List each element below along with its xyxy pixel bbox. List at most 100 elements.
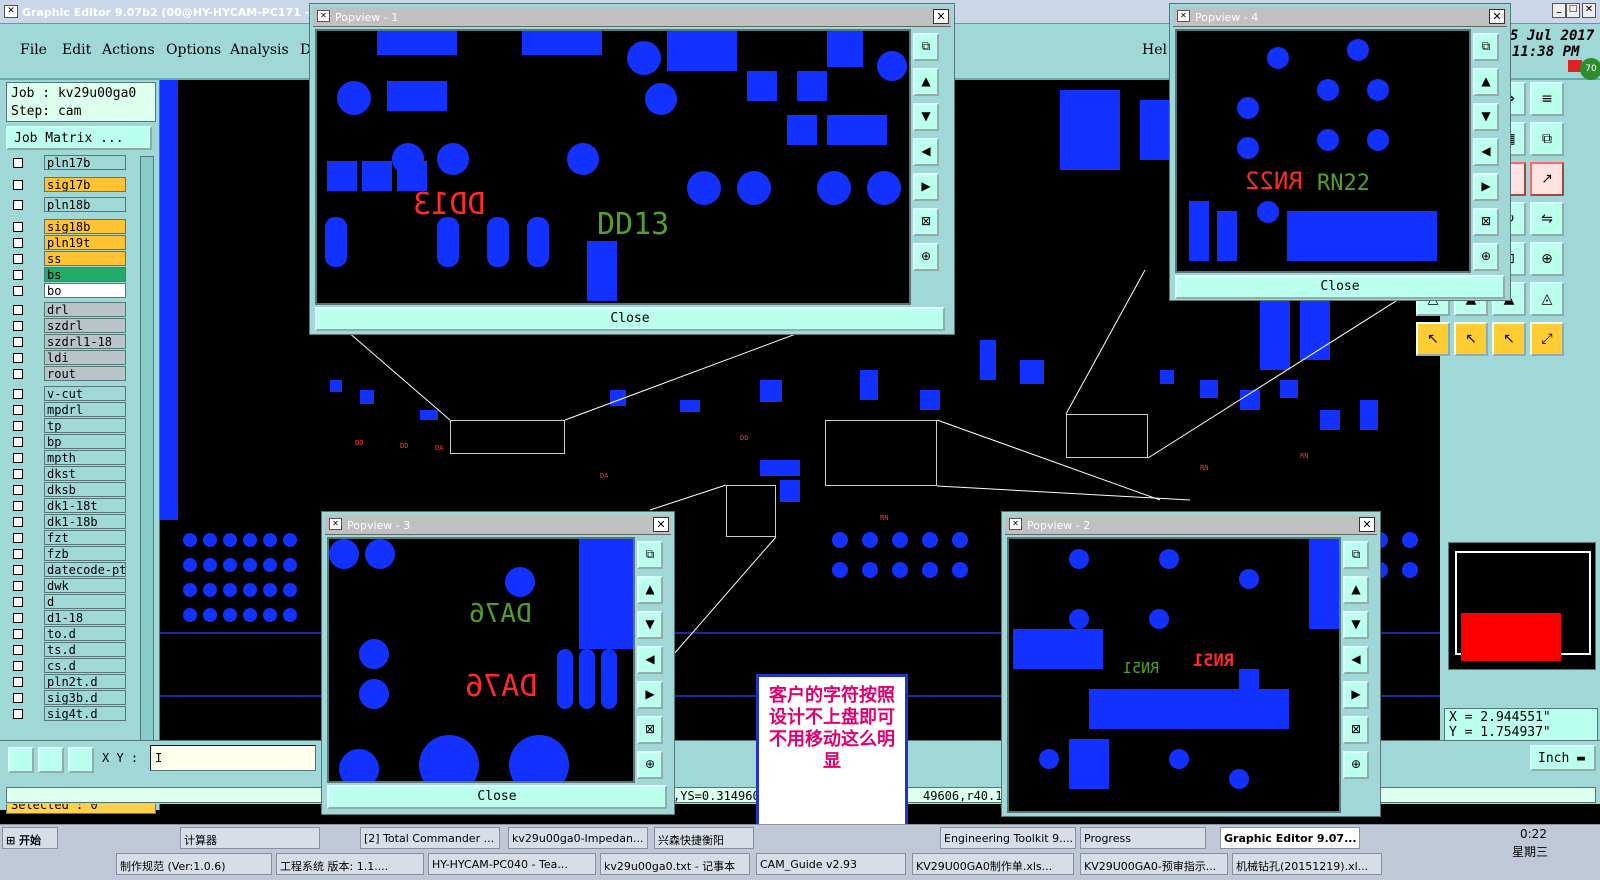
layer-row[interactable]: d1-18: [8, 610, 126, 626]
popview-3-titlebar[interactable]: ✕ Popview - 3 ✕: [325, 515, 671, 535]
layer-name[interactable]: dk1-18t: [44, 498, 126, 513]
taskbar-button[interactable]: Progress: [1080, 827, 1206, 849]
layer-name[interactable]: d: [44, 594, 126, 609]
layer-name[interactable]: sig17b: [44, 177, 126, 192]
layer-row[interactable]: pln17b: [8, 155, 126, 171]
layer-name[interactable]: ldi: [44, 350, 126, 365]
taskbar-button[interactable]: 机械钻孔(20151219).xl...: [1232, 853, 1382, 875]
layer-name[interactable]: tp: [44, 418, 126, 433]
layer-row[interactable]: sig3b.d: [8, 690, 126, 706]
close-icon[interactable]: ✕: [1359, 517, 1375, 532]
layer-checkbox[interactable]: [13, 485, 23, 495]
layer-checkbox[interactable]: [13, 321, 23, 331]
popview-1-titlebar[interactable]: ✕ Popview - 1 ✕: [313, 7, 951, 27]
zoom-in-icon[interactable]: ⊠: [637, 716, 663, 744]
layer-name[interactable]: sig4t.d: [44, 706, 126, 721]
layer-row[interactable]: dk1-18b: [8, 514, 126, 530]
layer-row[interactable]: dwk: [8, 578, 126, 594]
taskbar-button[interactable]: Engineering Toolkit 9....: [940, 827, 1076, 849]
layer-name[interactable]: bs: [44, 267, 126, 282]
popview-2-titlebar[interactable]: ✕ Popview - 2 ✕: [1005, 515, 1377, 535]
layer-checkbox[interactable]: [13, 405, 23, 415]
close-icon[interactable]: ✕: [653, 517, 669, 532]
restore-icon[interactable]: ⧉: [637, 541, 663, 569]
layer-checkbox[interactable]: [13, 693, 23, 703]
close-icon[interactable]: ✕: [1582, 3, 1596, 18]
layer-name[interactable]: bp: [44, 434, 126, 449]
layer-checkbox[interactable]: [13, 337, 23, 347]
units-select[interactable]: Inch ▬: [1530, 745, 1596, 771]
layer-row[interactable]: pln19t: [8, 235, 126, 251]
layer-row[interactable]: cs.d: [8, 658, 126, 674]
cursor-icon[interactable]: ↖: [1416, 322, 1450, 356]
grid-icon[interactable]: [68, 747, 94, 773]
layer-row[interactable]: rout: [8, 366, 126, 382]
layer-name[interactable]: dkst: [44, 466, 126, 481]
list-icon[interactable]: ≡: [1530, 82, 1564, 116]
zoom-in-icon[interactable]: ⊠: [1343, 716, 1369, 744]
zoom-fit-icon[interactable]: [8, 747, 34, 773]
layer-checkbox[interactable]: [13, 353, 23, 363]
layer-row[interactable]: ldi: [8, 350, 126, 366]
layer-checkbox[interactable]: [13, 437, 23, 447]
pointer-icon[interactable]: ↗: [1530, 162, 1564, 196]
popview-3[interactable]: ✕ Popview - 3 ✕ DA76 DA76 ⧉ ▲ ▼ ◀ ▶ ⊠ ⊕ Close: [322, 512, 674, 814]
taskbar-button[interactable]: 制作规范 (Ver:1.0.6): [116, 853, 272, 875]
close-icon[interactable]: ✕: [933, 9, 949, 24]
close-icon[interactable]: ✕: [1489, 9, 1505, 24]
menu-actions[interactable]: Actions: [102, 42, 155, 58]
pan-right-icon[interactable]: ▶: [1473, 173, 1499, 201]
zoom-in-icon[interactable]: ⊠: [1473, 208, 1499, 236]
restore-icon[interactable]: ⧉: [1343, 541, 1369, 569]
layer-row[interactable]: szdrl1-18: [8, 334, 126, 350]
layer-name[interactable]: szdrl1-18: [44, 334, 126, 349]
layer-row[interactable]: d: [8, 594, 126, 610]
layer-checkbox[interactable]: [13, 661, 23, 671]
pan-down-icon[interactable]: ▼: [637, 611, 663, 639]
layer-checkbox[interactable]: [13, 501, 23, 511]
layer-name[interactable]: drl: [44, 302, 126, 317]
layer-scrollbar[interactable]: [140, 156, 154, 786]
popview-4-canvas[interactable]: RN22 RN22: [1175, 29, 1471, 273]
popview-4-close-button[interactable]: Close: [1175, 275, 1505, 299]
layer-checkbox[interactable]: [13, 677, 23, 687]
layer-row[interactable]: szdrl: [8, 318, 126, 334]
layer-checkbox[interactable]: [13, 533, 23, 543]
layer-checkbox[interactable]: [13, 613, 23, 623]
layer-row[interactable]: datecode-pte: [8, 562, 126, 578]
minimize-icon[interactable]: _: [1552, 3, 1566, 18]
layer-name[interactable]: dksb: [44, 482, 126, 497]
layer-checkbox[interactable]: [13, 597, 23, 607]
popview-4-titlebar[interactable]: ✕ Popview - 4 ✕: [1173, 7, 1507, 27]
split-icon[interactable]: ⧉: [1530, 122, 1564, 156]
overview-map[interactable]: [1448, 542, 1596, 670]
route-icon[interactable]: ⤢: [1530, 322, 1564, 356]
layer-checkbox[interactable]: [13, 581, 23, 591]
layer-name[interactable]: mpth: [44, 450, 126, 465]
pan-left-icon[interactable]: ◀: [1473, 138, 1499, 166]
zoom-out-icon[interactable]: ⊕: [913, 243, 939, 271]
taskbar-button[interactable]: Graphic Editor 9.07...: [1220, 827, 1360, 849]
layer-row[interactable]: bs: [8, 267, 126, 283]
edit-icon[interactable]: ↖: [1492, 322, 1526, 356]
layer-row[interactable]: bp: [8, 434, 126, 450]
layer-row[interactable]: fzt: [8, 530, 126, 546]
layer-checkbox[interactable]: [13, 629, 23, 639]
pan-down-icon[interactable]: ▼: [1343, 611, 1369, 639]
layer-checkbox[interactable]: [13, 389, 23, 399]
pan-right-icon[interactable]: ▶: [913, 173, 939, 201]
menu-edit[interactable]: Edit: [62, 42, 91, 58]
layer-checkbox[interactable]: [13, 517, 23, 527]
layer-row[interactable]: tp: [8, 418, 126, 434]
layer-row[interactable]: pln2t.d: [8, 674, 126, 690]
layer-checkbox[interactable]: [13, 709, 23, 719]
layer-checkbox[interactable]: [13, 453, 23, 463]
taskbar-button[interactable]: kv29u00ga0-Impedan...: [508, 827, 648, 849]
layer-checkbox[interactable]: [13, 286, 23, 296]
zoom-in-icon[interactable]: ⊠: [913, 208, 939, 236]
maximize-icon[interactable]: □: [1566, 3, 1580, 18]
pan-down-icon[interactable]: ▼: [1473, 103, 1499, 131]
layer-row[interactable]: ss: [8, 251, 126, 267]
layer-name[interactable]: cs.d: [44, 658, 126, 673]
taskbar-button[interactable]: KV29U00GA0制作单.xls...: [912, 853, 1074, 875]
